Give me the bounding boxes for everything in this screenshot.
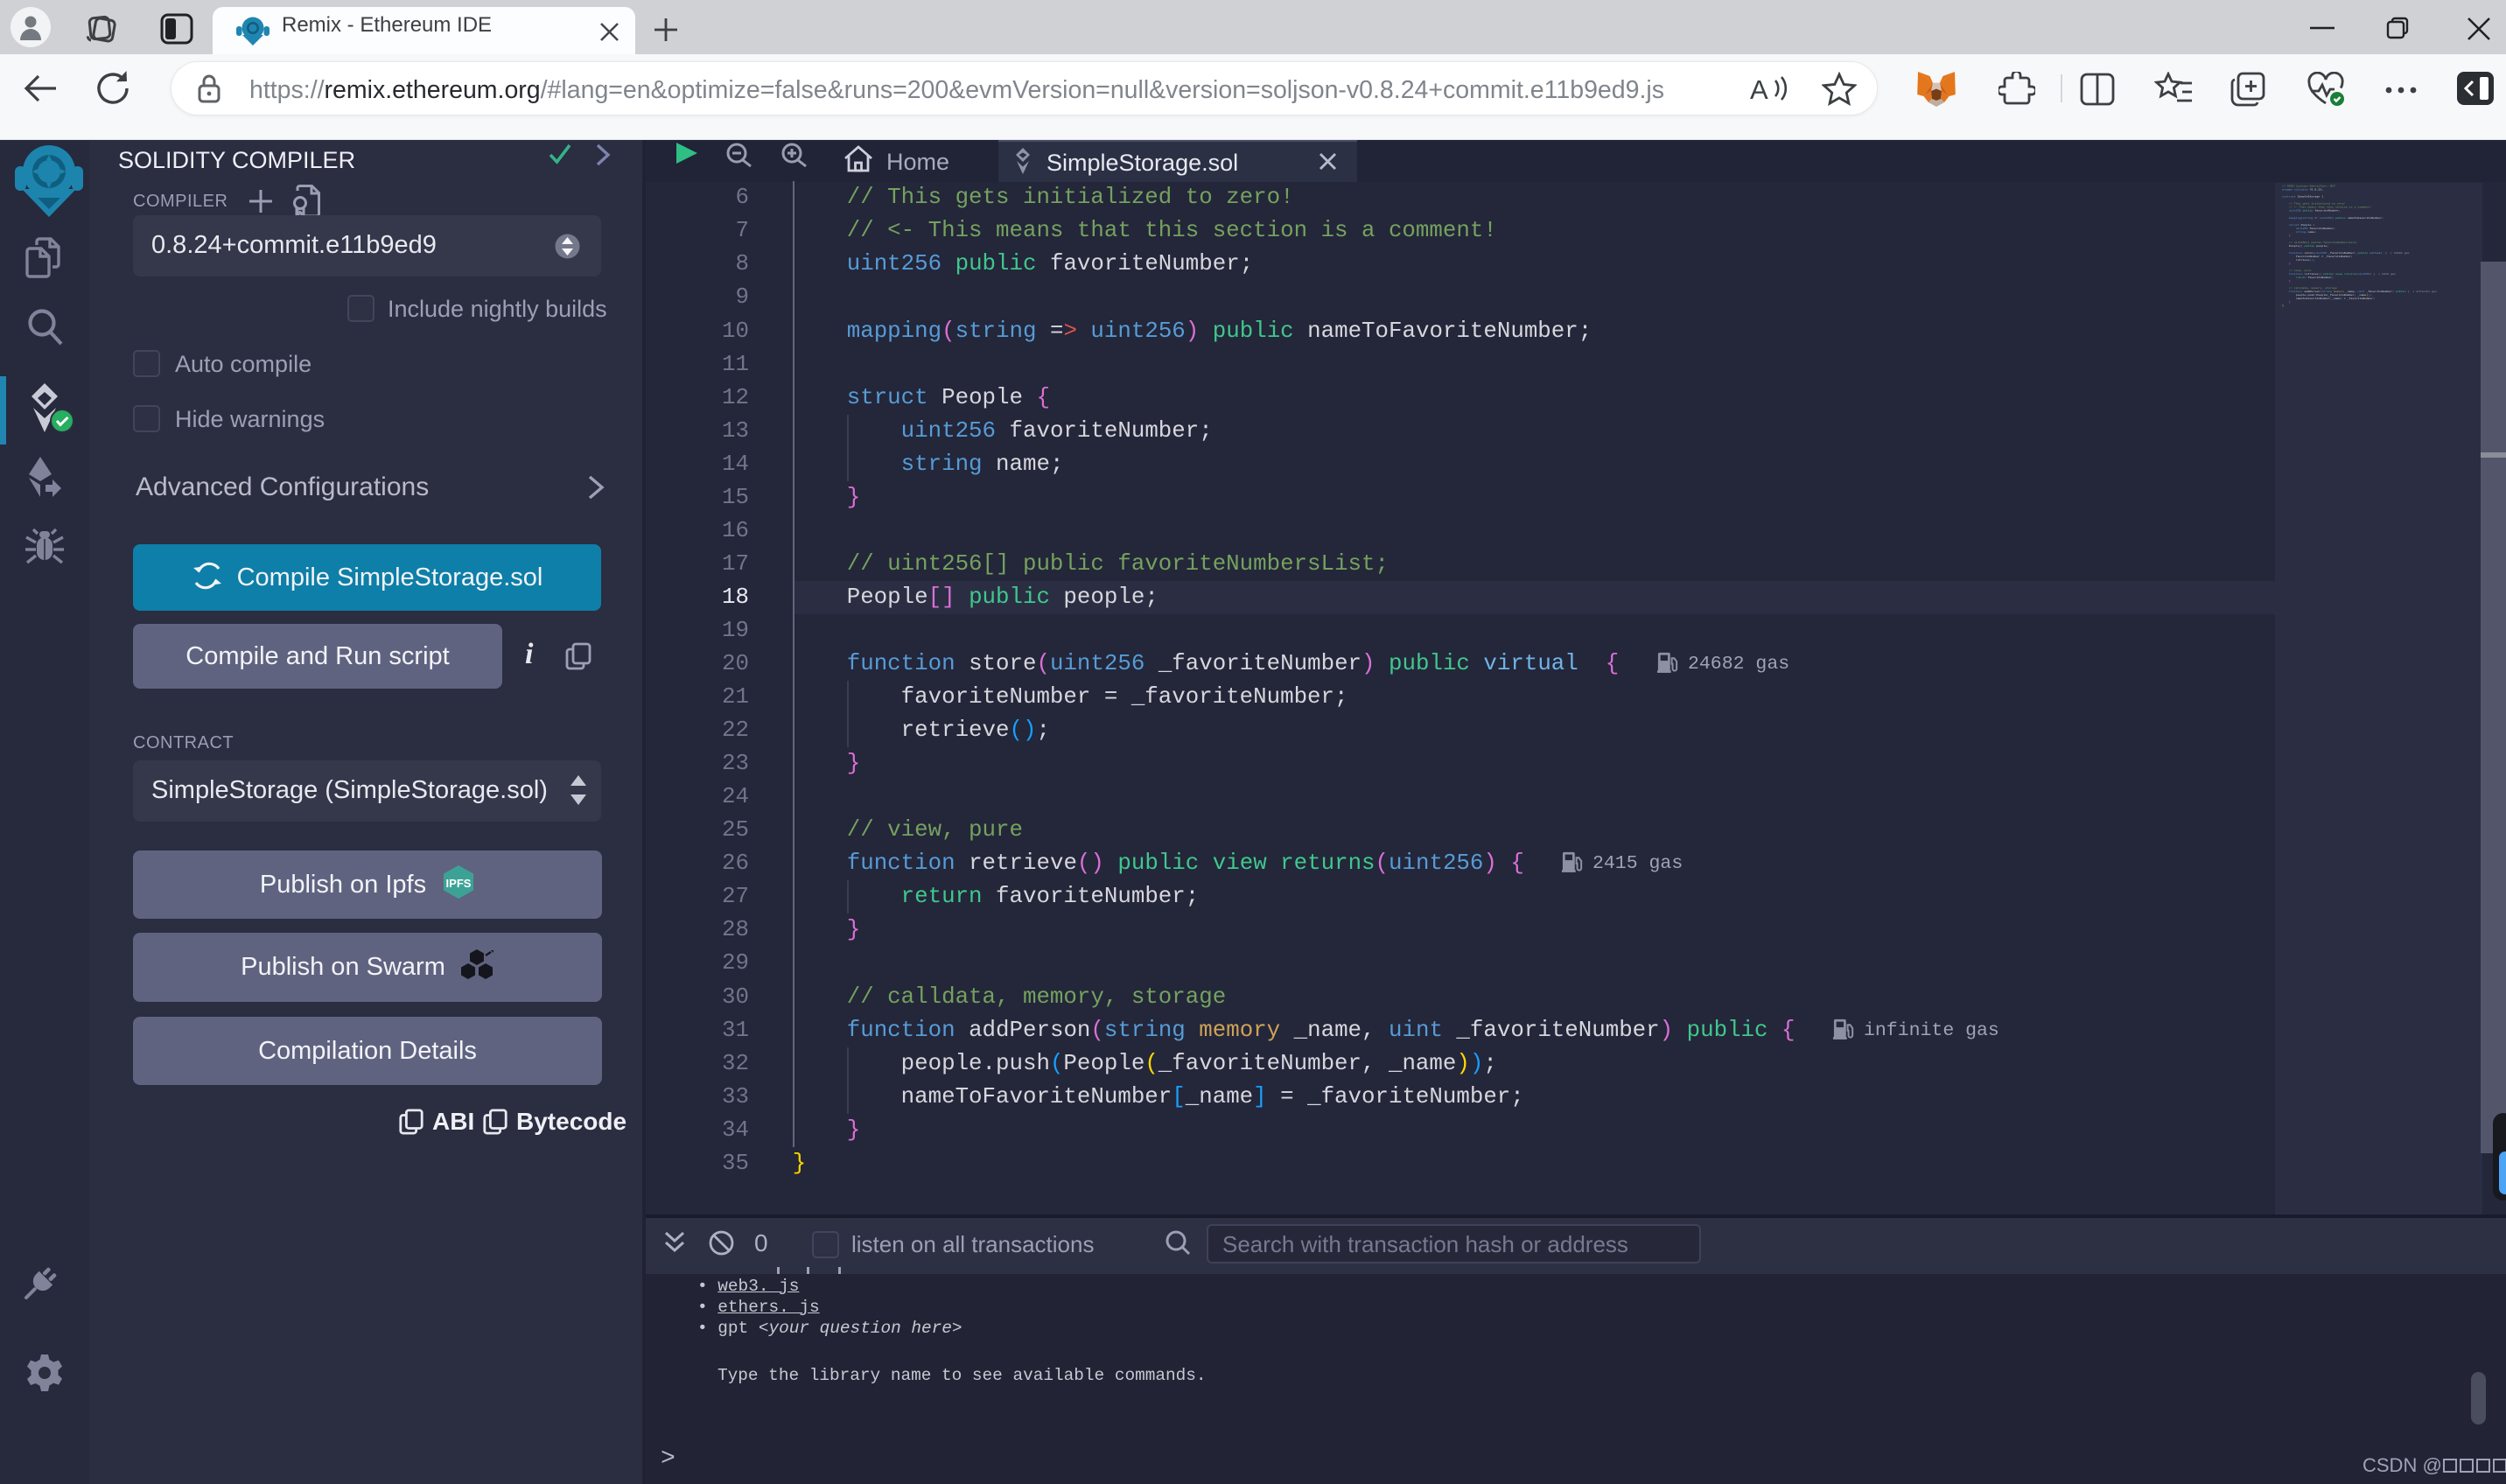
svg-text:IPFS: IPFS xyxy=(446,877,472,890)
